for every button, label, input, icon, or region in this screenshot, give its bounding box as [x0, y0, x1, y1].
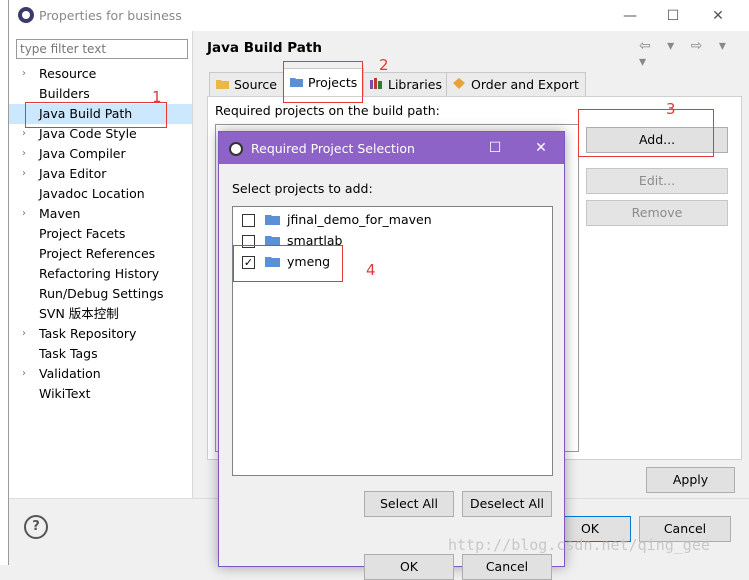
minimize-button[interactable]: —	[610, 5, 650, 27]
expand-arrow-icon[interactable]: ›	[22, 144, 26, 164]
tree-item-label: Resource	[39, 66, 97, 81]
required-project-selection-dialog: Required Project Selection ☐ ✕ Select pr…	[218, 131, 565, 580]
apply-button[interactable]: Apply	[646, 467, 735, 493]
tree-item-label: Java Compiler	[39, 146, 126, 161]
dialog-ok-button[interactable]: OK	[364, 554, 454, 580]
tree-item-label: Javadoc Location	[39, 186, 145, 201]
tree-item[interactable]: SVN 版本控制	[9, 304, 192, 324]
tree-item[interactable]: › Resource	[9, 64, 192, 84]
edit-button[interactable]: Edit...	[586, 168, 728, 194]
tree-item[interactable]: Refactoring History	[9, 264, 192, 284]
annotation-number-3: 3	[666, 100, 676, 118]
dialog-cancel-button[interactable]: Cancel	[462, 554, 552, 580]
tree-item-label: Run/Debug Settings	[39, 286, 164, 301]
tree-item[interactable]: › Task Repository	[9, 324, 192, 344]
tree-item-label: Java Editor	[39, 166, 107, 181]
deselect-all-button[interactable]: Deselect All	[462, 491, 552, 517]
eclipse-icon	[229, 142, 243, 156]
page-title: Java Build Path	[207, 40, 322, 56]
tree-item[interactable]: › Validation	[9, 364, 192, 384]
help-icon[interactable]: ?	[24, 515, 48, 539]
tree-item[interactable]: Builders	[9, 84, 192, 104]
tab-libraries[interactable]: Libraries	[363, 72, 449, 97]
tree-item[interactable]: Javadoc Location	[9, 184, 192, 204]
dialog-maximize-button[interactable]: ☐	[477, 136, 513, 160]
tree-item-label: Maven	[39, 206, 81, 221]
libraries-icon	[370, 78, 382, 89]
source-folder-icon	[216, 80, 229, 89]
annotation-number-4: 4	[366, 261, 376, 279]
tree-item[interactable]: › Maven	[9, 204, 192, 224]
tree-item-label: Task Tags	[39, 346, 98, 361]
eclipse-icon	[18, 7, 34, 23]
project-folder-icon	[265, 215, 280, 225]
order-export-icon	[453, 78, 465, 89]
tree-item[interactable]: WikiText	[9, 384, 192, 404]
annotation-box-3	[578, 109, 714, 157]
expand-arrow-icon[interactable]: ›	[22, 204, 26, 224]
close-button[interactable]: ✕	[698, 5, 738, 27]
history-nav-icons[interactable]: ⇦ ▾ ⇨ ▾ ▾	[639, 38, 749, 70]
tree-item[interactable]: Project Facets	[9, 224, 192, 244]
project-name: jfinal_demo_for_maven	[287, 212, 432, 227]
expand-arrow-icon[interactable]: ›	[22, 364, 26, 384]
tree-item-label: Builders	[39, 86, 90, 101]
annotation-box-2	[283, 61, 363, 103]
tree-item-label: SVN 版本控制	[39, 306, 119, 321]
expand-arrow-icon[interactable]: ›	[22, 164, 26, 184]
tab-source[interactable]: Source	[209, 72, 284, 97]
tab-order-export[interactable]: Order and Export	[446, 72, 586, 97]
tree-item[interactable]: › Java Compiler	[9, 144, 192, 164]
dialog-label: Select projects to add:	[232, 181, 373, 196]
tree-item-label: Refactoring History	[39, 266, 160, 281]
tab-source-label: Source	[234, 77, 277, 92]
annotation-number-2: 2	[379, 56, 389, 74]
tree-item-label: Project References	[39, 246, 156, 261]
select-all-button[interactable]: Select All	[364, 491, 454, 517]
window-title: Properties for business	[39, 8, 182, 23]
tree-item-label: WikiText	[39, 386, 91, 401]
tree-item[interactable]: Run/Debug Settings	[9, 284, 192, 304]
watermark: http://blog.csdn.net/qing_gee	[448, 536, 710, 554]
tree-item[interactable]: Project References	[9, 244, 192, 264]
tab-order-export-label: Order and Export	[471, 77, 579, 92]
tree-item-label: Task Repository	[39, 326, 137, 341]
tree-item[interactable]: Task Tags	[9, 344, 192, 364]
tree-item[interactable]: › Java Editor	[9, 164, 192, 184]
required-projects-label: Required projects on the build path:	[215, 103, 440, 118]
filter-input[interactable]	[16, 39, 188, 59]
maximize-button[interactable]: ☐	[653, 5, 693, 27]
annotation-box-1	[25, 102, 167, 128]
annotation-box-4	[233, 245, 343, 282]
expand-arrow-icon[interactable]: ›	[22, 324, 26, 344]
tree-item-label: Project Facets	[39, 226, 126, 241]
expand-arrow-icon[interactable]: ›	[22, 64, 26, 84]
tab-libraries-label: Libraries	[388, 77, 442, 92]
checkbox[interactable]	[242, 214, 255, 227]
dialog-title-bar: Required Project Selection ☐ ✕	[219, 132, 564, 164]
dialog-title: Required Project Selection	[251, 141, 415, 156]
annotation-number-1: 1	[152, 88, 162, 106]
remove-button[interactable]: Remove	[586, 200, 728, 226]
dialog-close-button[interactable]: ✕	[523, 136, 559, 160]
tree-item-label: Validation	[39, 366, 101, 381]
title-bar: Properties for business — ☐ ✕	[9, 0, 749, 31]
